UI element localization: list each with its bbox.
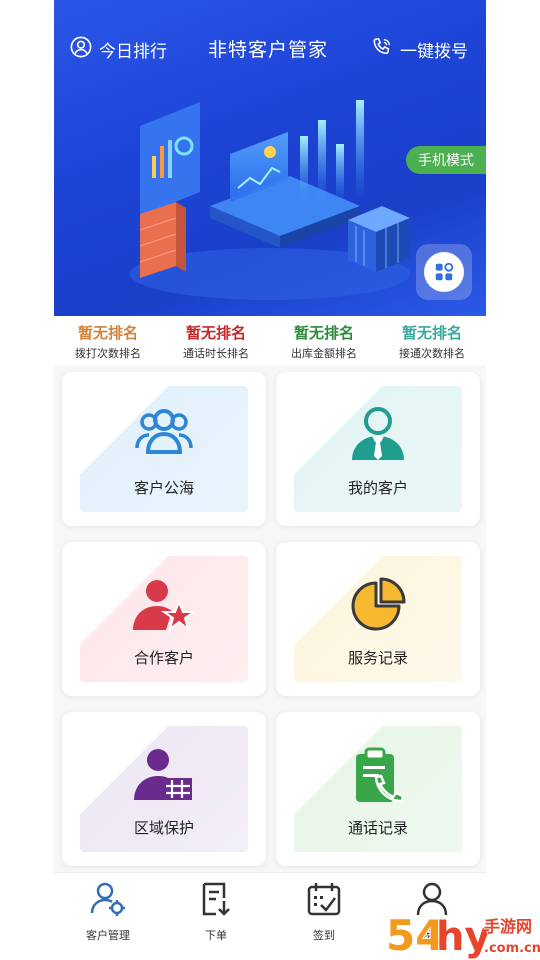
card-label: 客户公海 [133, 479, 194, 497]
card-area-protection[interactable]: 区域保护 [62, 712, 266, 866]
apps-grid-icon [424, 252, 464, 292]
site-watermark-logo: 54 hy 手游网 .com.cn [385, 910, 540, 960]
svg-text:hy: hy [436, 914, 491, 960]
rank-call-count[interactable]: 暂无排名 拨打次数排名 [54, 316, 162, 366]
nav-label: 客户管理 [86, 929, 130, 942]
card-label: 服务记录 [347, 649, 408, 667]
rank-value: 暂无排名 [293, 324, 354, 342]
order-icon [198, 881, 234, 921]
card-partner-customers[interactable]: 合作客户 [62, 542, 266, 696]
rank-call-duration[interactable]: 暂无排名 通话时长排名 [162, 316, 270, 366]
header-banner: 今日排行 非特客户管家 一键拨号 手机模式 [54, 0, 486, 316]
ranking-strip: 暂无排名 拨打次数排名 暂无排名 通话时长排名 暂无排名 出库金额排名 暂无排名… [54, 316, 486, 366]
card-label: 我的客户 [347, 479, 408, 497]
right-margin [486, 0, 540, 960]
rank-outbound-amount[interactable]: 暂无排名 出库金额排名 [270, 316, 378, 366]
nav-label: 下单 [205, 929, 227, 942]
nav-order[interactable]: 下单 [162, 873, 270, 960]
pie-chart-icon [276, 576, 480, 634]
daily-ranking-label: 今日排行 [99, 42, 167, 62]
daily-ranking-button[interactable]: 今日排行 [70, 36, 167, 63]
card-my-customers[interactable]: 我的客户 [276, 372, 480, 526]
rank-label: 通话时长排名 [183, 347, 249, 360]
card-call-records[interactable]: 通话记录 [276, 712, 480, 866]
nav-customer-management[interactable]: 客户管理 [54, 873, 162, 960]
phone-icon [371, 36, 400, 63]
page-title: 非特客户管家 [208, 39, 329, 61]
apps-float-button[interactable] [416, 244, 472, 300]
left-margin [0, 0, 54, 960]
quick-dial-button[interactable]: 一键拨号 [371, 36, 468, 63]
rank-label: 接通次数排名 [399, 347, 465, 360]
rank-value: 暂无排名 [77, 324, 138, 342]
user-gear-icon [90, 881, 126, 921]
card-customer-pool[interactable]: 客户公海 [62, 372, 266, 526]
clipboard-phone-icon [276, 746, 480, 804]
rank-label: 拨打次数排名 [75, 347, 141, 360]
card-service-records[interactable]: 服务记录 [276, 542, 480, 696]
person-star-icon [62, 576, 266, 632]
nav-check-in[interactable]: 签到 [270, 873, 378, 960]
svg-text:.com.cn: .com.cn [484, 941, 540, 956]
phone-mode-tag[interactable]: 手机模式 [406, 146, 486, 174]
screen: 今日排行 非特客户管家 一键拨号 手机模式 暂无排名 拨打次数排名 暂无排名 通… [0, 0, 540, 960]
card-label: 通话记录 [347, 819, 408, 837]
person-tie-icon [276, 406, 480, 462]
user-circle-icon [70, 36, 99, 63]
rank-value: 暂无排名 [401, 324, 462, 342]
card-label: 区域保护 [133, 819, 194, 837]
calendar-check-icon [306, 881, 342, 921]
card-label: 合作客户 [133, 649, 194, 667]
nav-label: 签到 [313, 929, 335, 942]
rank-value: 暂无排名 [185, 324, 246, 342]
svg-text:手游网: 手游网 [484, 917, 532, 936]
top-bar: 今日排行 非特客户管家 一键拨号 [54, 0, 486, 94]
dashboard-illustration [130, 100, 410, 300]
rank-connect-count[interactable]: 暂无排名 接通次数排名 [378, 316, 486, 366]
app-frame: 今日排行 非特客户管家 一键拨号 手机模式 暂无排名 拨打次数排名 暂无排名 通… [54, 0, 486, 960]
quick-dial-label: 一键拨号 [400, 42, 468, 62]
rank-label: 出库金额排名 [291, 347, 357, 360]
group-icon [62, 406, 266, 458]
person-lock-icon [62, 746, 266, 802]
